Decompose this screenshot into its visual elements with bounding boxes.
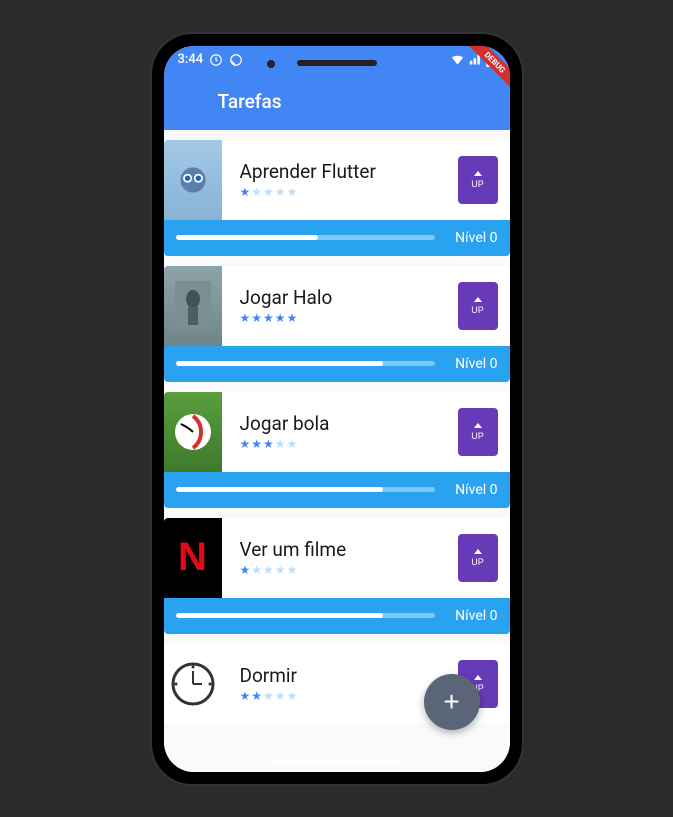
level-label: Nível 0 — [455, 356, 497, 372]
progress-track — [176, 361, 436, 366]
task-card: Jogar Halo ★ ★ ★ ★ ★ UP — [164, 266, 510, 382]
star-icon: ★ — [263, 185, 274, 199]
star-icon: ★ — [287, 437, 298, 451]
add-task-fab[interactable]: + — [424, 674, 480, 730]
phone-frame: DEBUG 3:44 — [152, 34, 522, 784]
up-button[interactable]: UP — [458, 282, 498, 330]
up-label: UP — [471, 431, 484, 441]
task-title: Ver um filme — [240, 538, 440, 561]
star-icon: ★ — [275, 311, 286, 325]
wifi-icon — [450, 52, 465, 67]
task-progress-bar: Nível 0 — [164, 472, 510, 508]
star-icon: ★ — [240, 563, 251, 577]
status-left: 3:44 — [178, 52, 244, 67]
progress-track — [176, 487, 436, 492]
progress-track — [176, 235, 436, 240]
status-time: 3:44 — [178, 52, 204, 67]
star-icon: ★ — [263, 689, 274, 703]
task-progress-bar: Nível 0 — [164, 598, 510, 634]
status-bar: 3:44 — [164, 46, 510, 74]
up-label: UP — [471, 557, 484, 567]
task-thumbnail — [164, 140, 222, 220]
task-top: N Ver um filme ★ ★ ★ ★ ★ UP — [164, 518, 510, 598]
plus-icon: + — [443, 686, 459, 718]
task-thumbnail — [164, 266, 222, 346]
progress-track — [176, 613, 436, 618]
level-label: Nível 0 — [455, 230, 497, 246]
task-info: Jogar Halo ★ ★ ★ ★ ★ — [222, 286, 458, 325]
app-bar: Tarefas — [164, 74, 510, 130]
star-icon: ★ — [275, 185, 286, 199]
star-rating: ★ ★ ★ ★ ★ — [240, 689, 440, 703]
navigation-handle[interactable] — [272, 760, 402, 764]
task-info: Jogar bola ★ ★ ★ ★ ★ — [222, 412, 458, 451]
progress-fill — [176, 487, 384, 492]
up-button[interactable]: UP — [458, 156, 498, 204]
arrow-up-icon — [474, 297, 482, 302]
star-icon: ★ — [251, 563, 262, 577]
star-icon: ★ — [240, 437, 251, 451]
task-card: Jogar bola ★ ★ ★ ★ ★ UP — [164, 392, 510, 508]
task-card: N Ver um filme ★ ★ ★ ★ ★ UP — [164, 518, 510, 634]
star-icon: ★ — [251, 311, 262, 325]
task-card: Aprender Flutter ★ ★ ★ ★ ★ UP — [164, 140, 510, 256]
up-button[interactable]: UP — [458, 534, 498, 582]
star-icon: ★ — [240, 185, 251, 199]
task-progress-bar: Nível 0 — [164, 220, 510, 256]
task-top: Jogar Halo ★ ★ ★ ★ ★ UP — [164, 266, 510, 346]
task-info: Ver um filme ★ ★ ★ ★ ★ — [222, 538, 458, 577]
task-thumbnail — [164, 644, 222, 724]
task-title: Aprender Flutter — [240, 160, 440, 183]
star-icon: ★ — [240, 689, 251, 703]
up-button[interactable]: UP — [458, 408, 498, 456]
task-title: Dormir — [240, 664, 440, 687]
task-top: Aprender Flutter ★ ★ ★ ★ ★ UP — [164, 140, 510, 220]
level-label: Nível 0 — [455, 608, 497, 624]
star-icon: ★ — [263, 311, 274, 325]
star-icon: ★ — [263, 563, 274, 577]
task-progress-bar: Nível 0 — [164, 346, 510, 382]
level-label: Nível 0 — [455, 482, 497, 498]
star-icon: ★ — [240, 311, 251, 325]
task-title: Jogar bola — [240, 412, 440, 435]
progress-fill — [176, 613, 384, 618]
star-icon: ★ — [251, 689, 262, 703]
circle-icon — [229, 53, 243, 67]
arrow-up-icon — [474, 171, 482, 176]
arrow-up-icon — [474, 675, 482, 680]
clock-icon — [209, 53, 223, 67]
task-info: Dormir ★ ★ ★ ★ ★ — [222, 664, 458, 703]
star-icon: ★ — [275, 689, 286, 703]
star-icon: ★ — [287, 311, 298, 325]
star-icon: ★ — [275, 563, 286, 577]
star-icon: ★ — [287, 563, 298, 577]
up-label: UP — [471, 305, 484, 315]
arrow-up-icon — [474, 423, 482, 428]
star-icon: ★ — [251, 437, 262, 451]
task-title: Jogar Halo — [240, 286, 440, 309]
task-info: Aprender Flutter ★ ★ ★ ★ ★ — [222, 160, 458, 199]
star-rating: ★ ★ ★ ★ ★ — [240, 437, 440, 451]
star-rating: ★ ★ ★ ★ ★ — [240, 563, 440, 577]
task-thumbnail — [164, 392, 222, 472]
arrow-up-icon — [474, 549, 482, 554]
progress-fill — [176, 235, 319, 240]
app-title: Tarefas — [218, 90, 282, 113]
star-icon: ★ — [287, 689, 298, 703]
task-thumbnail: N — [164, 518, 222, 598]
star-icon: ★ — [287, 185, 298, 199]
task-top: Jogar bola ★ ★ ★ ★ ★ UP — [164, 392, 510, 472]
star-icon: ★ — [263, 437, 274, 451]
screen: DEBUG 3:44 — [164, 46, 510, 772]
progress-fill — [176, 361, 384, 366]
up-label: UP — [471, 179, 484, 189]
star-icon: ★ — [251, 185, 262, 199]
star-rating: ★ ★ ★ ★ ★ — [240, 185, 440, 199]
star-rating: ★ ★ ★ ★ ★ — [240, 311, 440, 325]
star-icon: ★ — [275, 437, 286, 451]
